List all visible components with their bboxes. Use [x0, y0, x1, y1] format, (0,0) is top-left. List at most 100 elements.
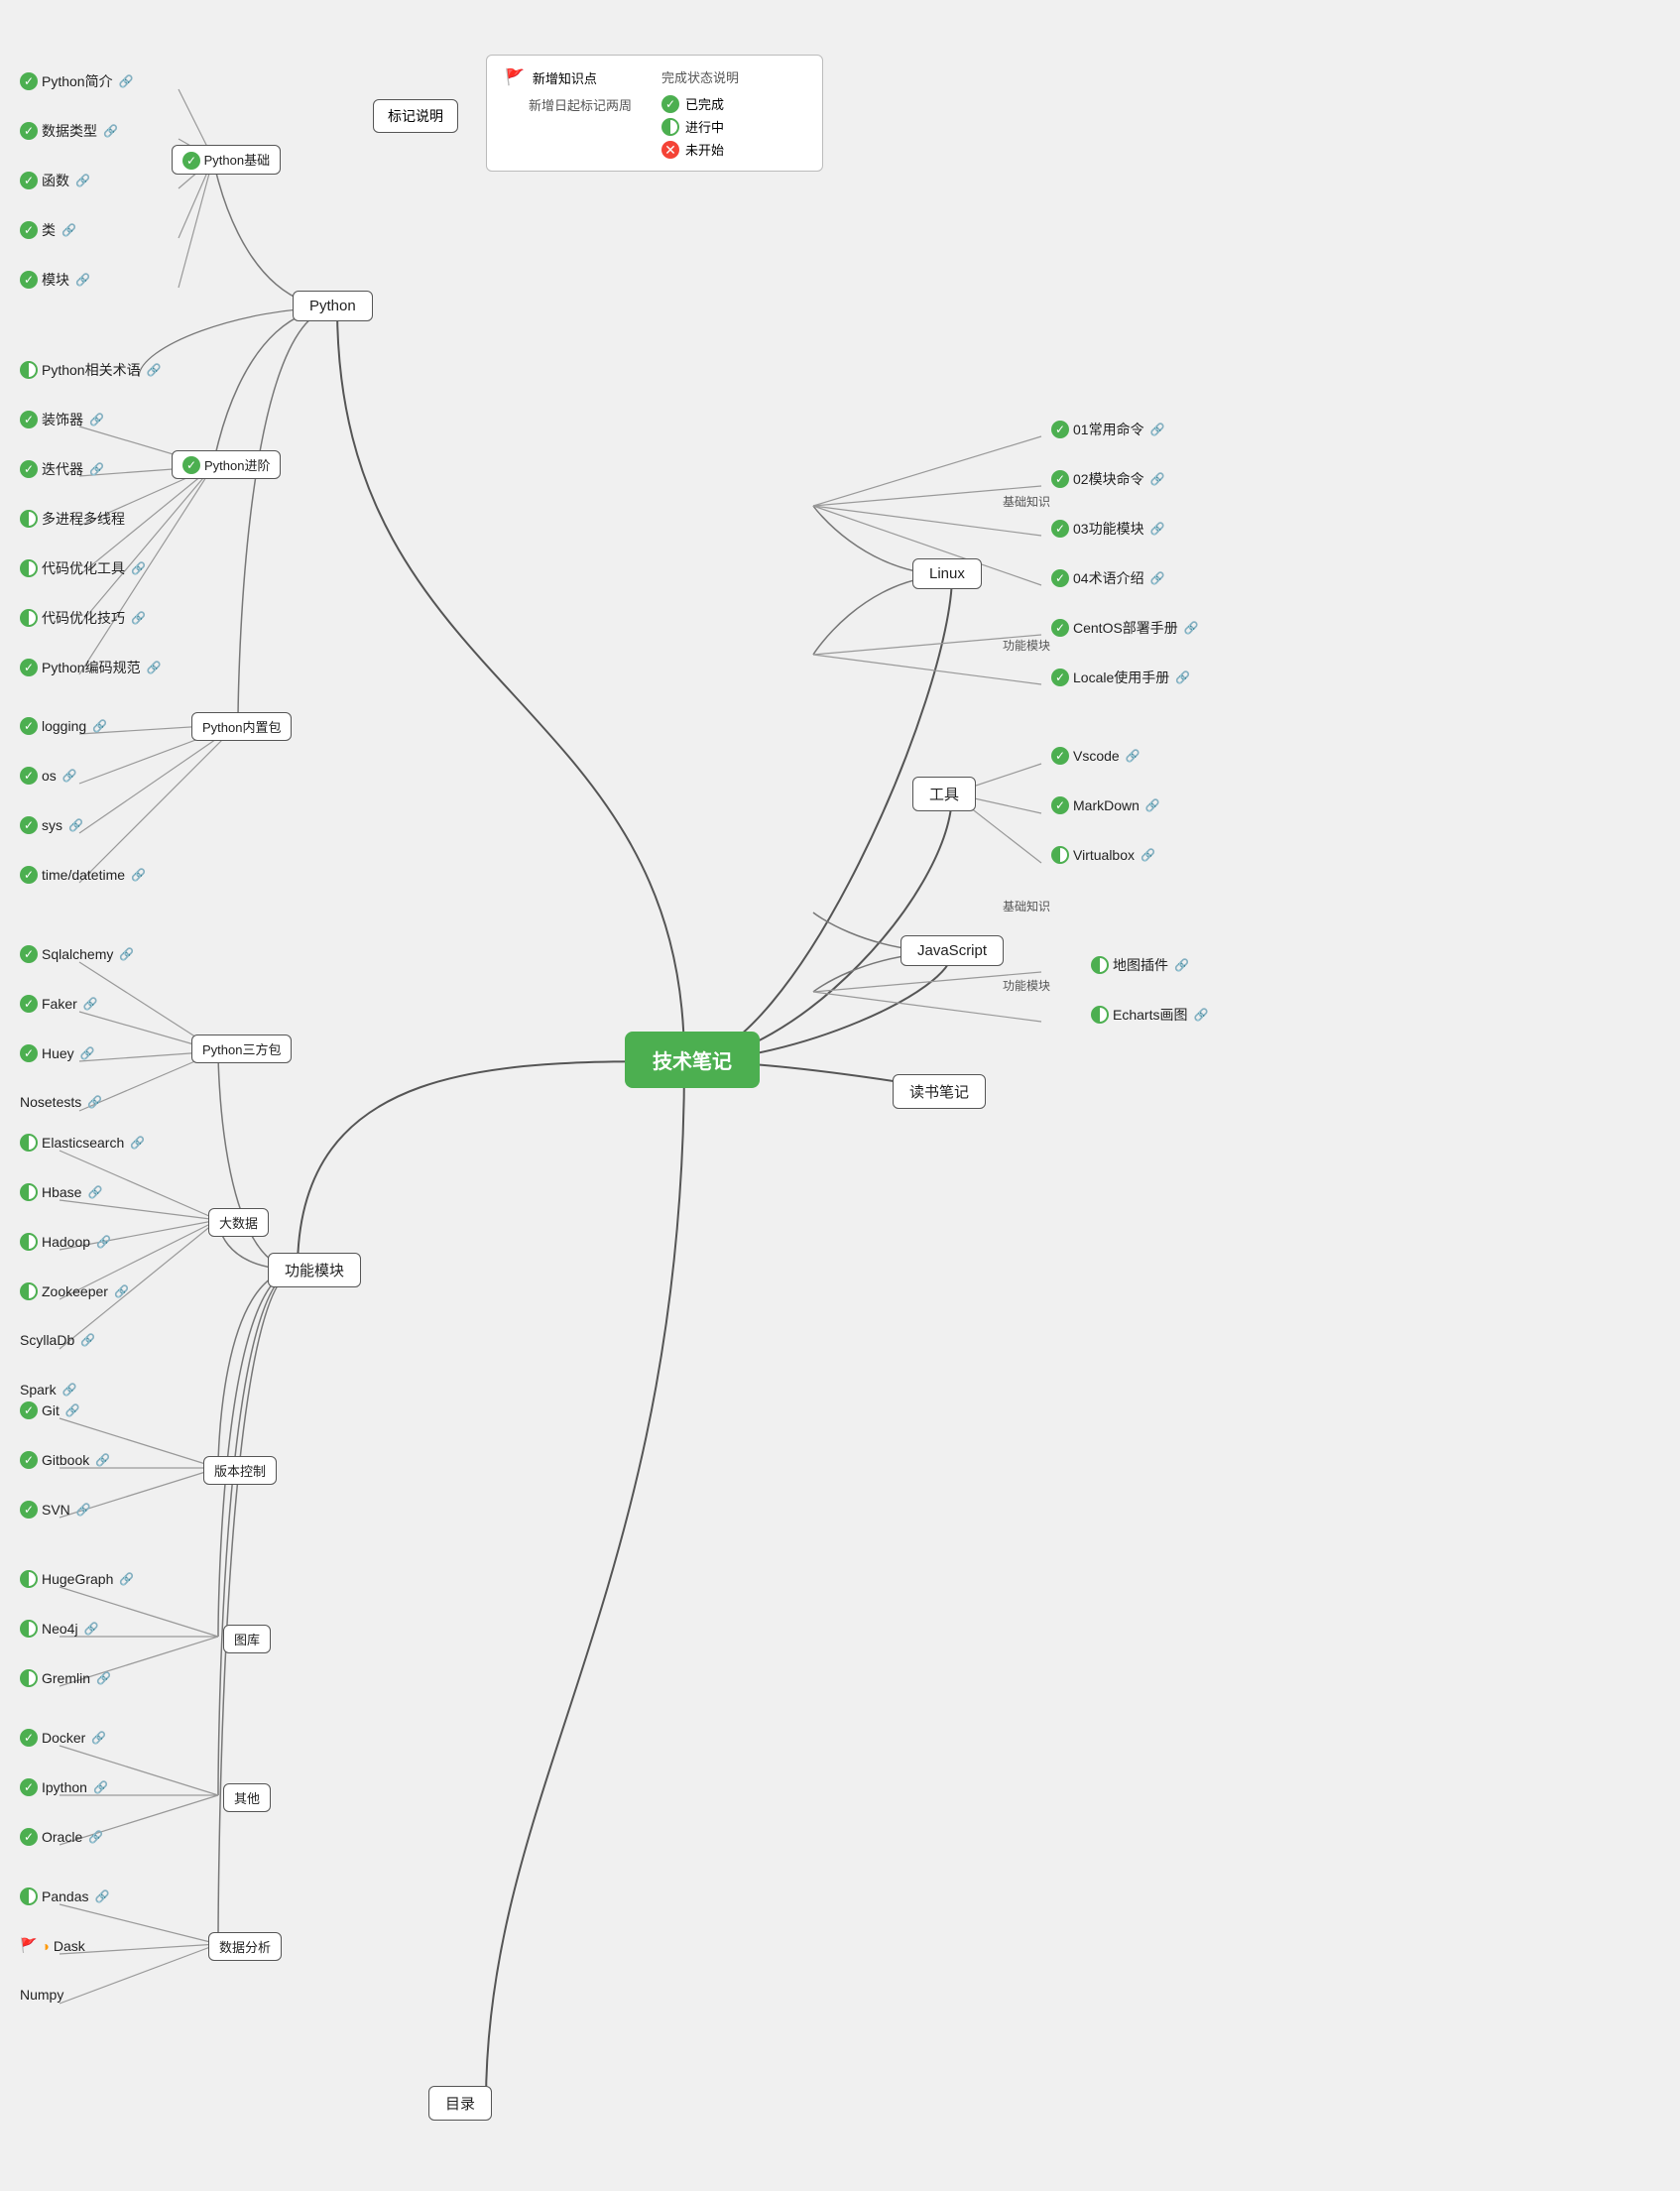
done-icon: ✓	[20, 1501, 38, 1519]
link-icon[interactable]: 🔗	[96, 1235, 111, 1249]
link-icon[interactable]: 🔗	[1150, 472, 1165, 486]
link-icon[interactable]: 🔗	[89, 462, 104, 476]
link-icon[interactable]: 🔗	[80, 1333, 95, 1347]
link-icon[interactable]: 🔗	[88, 1830, 103, 1844]
legend-in-progress: 进行中	[685, 117, 724, 136]
link-icon[interactable]: 🔗	[75, 174, 90, 187]
func-module-linux-box: 功能模块	[997, 635, 1056, 656]
data-types-node: ✓ 数据类型 🔗	[20, 121, 118, 141]
scylladb-node: ScyllaDb 🔗	[20, 1332, 95, 1348]
ipython-node: ✓ Ipython 🔗	[20, 1778, 108, 1796]
echarts-node: Echarts画图 🔗	[1091, 1005, 1208, 1025]
python-third-box: Python三方包	[191, 1035, 292, 1063]
done-icon: ✓	[20, 717, 38, 735]
half-icon	[20, 1233, 38, 1251]
link-icon[interactable]: 🔗	[147, 363, 162, 377]
link-icon[interactable]: 🔗	[65, 1403, 80, 1417]
done-icon: ✓	[20, 659, 38, 676]
done-icon: ✓	[1051, 796, 1069, 814]
link-icon[interactable]: 🔗	[131, 868, 146, 882]
done-icon: ✓	[20, 1451, 38, 1469]
python-box: Python	[293, 291, 373, 321]
func-module-js-box: 功能模块	[997, 975, 1056, 996]
half-icon	[1091, 1006, 1109, 1024]
done-icon: ✓	[1051, 569, 1069, 587]
javascript-box: JavaScript	[900, 935, 1004, 966]
numpy-node: Numpy	[20, 1987, 63, 2003]
done-icon: ✓	[182, 152, 200, 170]
link-icon[interactable]: 🔗	[1140, 848, 1155, 862]
done-icon: ✓	[20, 1729, 38, 1747]
spark-node: Spark 🔗	[20, 1382, 77, 1398]
flag-icon: 🚩	[505, 67, 525, 87]
link-icon[interactable]: 🔗	[94, 1889, 109, 1903]
link-icon[interactable]: 🔗	[61, 223, 76, 237]
link-icon[interactable]: 🔗	[131, 611, 146, 625]
done-icon: ✓	[20, 1044, 38, 1062]
link-icon[interactable]: 🔗	[119, 1572, 134, 1586]
link-icon[interactable]: 🔗	[80, 1046, 95, 1060]
functions-node: ✓ 函数 🔗	[20, 171, 90, 190]
link-icon[interactable]: 🔗	[87, 1185, 102, 1199]
done-icon: ✓	[20, 221, 38, 239]
link-icon[interactable]: 🔗	[147, 661, 162, 674]
link-icon[interactable]: 🔗	[76, 1503, 91, 1517]
legend-not-started: 未开始	[685, 140, 724, 159]
link-icon[interactable]: 🔗	[75, 273, 90, 287]
done-icon: ✓	[661, 95, 679, 113]
link-icon[interactable]: 🔗	[114, 1284, 129, 1298]
others-box: 其他	[223, 1783, 271, 1812]
half-icon	[1051, 846, 1069, 864]
locale-node: ✓ Locale使用手册 🔗	[1051, 668, 1190, 687]
link-icon[interactable]: 🔗	[119, 947, 134, 961]
half-icon	[20, 609, 38, 627]
link-icon[interactable]: 🔗	[87, 1095, 102, 1109]
link-icon[interactable]: 🔗	[83, 997, 98, 1011]
sqlalchemy-node: ✓ Sqlalchemy 🔗	[20, 945, 134, 963]
func-module-box: 功能模块	[268, 1253, 361, 1287]
time-datetime-node: ✓ time/datetime 🔗	[20, 866, 146, 884]
link-icon[interactable]: 🔗	[68, 818, 83, 832]
gitbook-node: ✓ Gitbook 🔗	[20, 1451, 110, 1469]
link-icon[interactable]: 🔗	[93, 1780, 108, 1794]
link-icon[interactable]: 🔗	[84, 1622, 99, 1636]
link-icon[interactable]: 🔗	[95, 1453, 110, 1467]
link-icon[interactable]: 🔗	[91, 1731, 106, 1745]
link-icon[interactable]: 🔗	[1175, 670, 1190, 684]
link-icon[interactable]: 🔗	[131, 561, 146, 575]
link-icon[interactable]: 🔗	[119, 74, 134, 88]
done-icon: ✓	[20, 172, 38, 189]
link-icon[interactable]: 🔗	[103, 124, 118, 138]
multiprocess-node: 多进程多线程	[20, 509, 125, 529]
legend-title: 标记说明	[388, 108, 443, 124]
modules-node: ✓ 模块 🔗	[20, 270, 90, 290]
done-icon: ✓	[20, 816, 38, 834]
cmd04-node: ✓ 04术语介绍 🔗	[1051, 568, 1165, 588]
link-icon[interactable]: 🔗	[62, 1383, 77, 1397]
link-icon[interactable]: 🔗	[1150, 522, 1165, 536]
python-related-node: Python相关术语 🔗	[20, 360, 162, 380]
decorators-node: ✓ 装饰器 🔗	[20, 410, 104, 429]
done-icon: ✓	[20, 767, 38, 785]
done-icon: ✓	[1051, 669, 1069, 686]
link-icon[interactable]: 🔗	[1184, 621, 1199, 635]
link-icon[interactable]: 🔗	[96, 1671, 111, 1685]
link-icon[interactable]: 🔗	[92, 719, 107, 733]
link-icon[interactable]: 🔗	[1150, 571, 1165, 585]
link-icon[interactable]: 🔗	[89, 413, 104, 426]
link-icon[interactable]: 🔗	[1126, 749, 1140, 763]
link-icon[interactable]: 🔗	[1145, 798, 1160, 812]
done-icon: ✓	[20, 122, 38, 140]
link-icon[interactable]: 🔗	[130, 1136, 145, 1150]
half-icon	[20, 1183, 38, 1201]
link-icon[interactable]: 🔗	[1150, 423, 1165, 436]
link-icon[interactable]: 🔗	[62, 769, 77, 783]
link-icon[interactable]: 🔗	[1193, 1008, 1208, 1022]
graph-db-box: 图库	[223, 1625, 271, 1653]
half-icon	[20, 1669, 38, 1687]
link-icon[interactable]: 🔗	[1174, 958, 1189, 972]
svn-node: ✓ SVN 🔗	[20, 1501, 91, 1519]
python-basic-box: ✓ Python基础	[172, 145, 281, 175]
center-node: 技术笔记	[625, 1032, 760, 1088]
done-icon: ✓	[1051, 421, 1069, 438]
